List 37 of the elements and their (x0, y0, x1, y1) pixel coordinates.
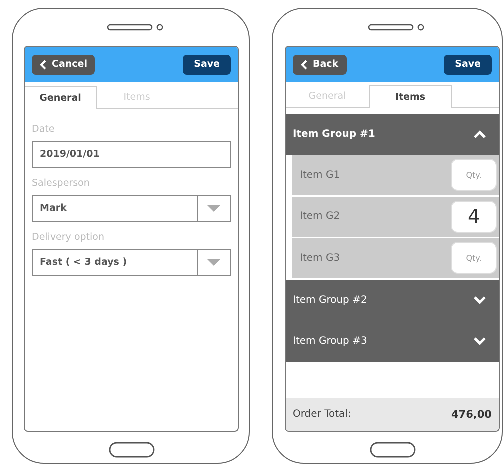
item-name: Item G3 (300, 252, 340, 264)
field-label: Delivery option (32, 232, 106, 243)
home-button[interactable] (370, 442, 416, 458)
back-button[interactable]: Cancel (32, 54, 96, 74)
quantity-field[interactable]: 4 (451, 200, 497, 232)
chevron-down-icon (473, 296, 487, 304)
item-name: Item G2 (300, 211, 340, 222)
input-field[interactable]: 2019/01/01 (32, 141, 231, 168)
total-value: 476,00 (451, 408, 492, 420)
group-header[interactable]: Item Group #2 (286, 280, 499, 320)
group-title: Item Group #1 (293, 129, 376, 140)
tab[interactable]: General (25, 86, 97, 110)
dropdown-arrow-icon (207, 259, 221, 266)
total-label: Order Total: (293, 409, 352, 420)
chevron-down-icon (473, 336, 487, 346)
chevron-up-icon (473, 130, 487, 139)
save-button[interactable]: Save (183, 54, 231, 74)
group-header[interactable]: Item Group #3 (286, 320, 499, 362)
speaker-icon (368, 23, 426, 32)
dropdown-field[interactable]: Fast ( < 3 days ) (32, 249, 231, 276)
quantity-field[interactable]: Qty. (451, 159, 497, 191)
home-button[interactable] (108, 442, 154, 458)
field-label: Date (32, 124, 56, 135)
group-header[interactable]: Item Group #1 (286, 114, 499, 155)
chevron-left-icon (301, 60, 308, 70)
group-title: Item Group #2 (293, 294, 368, 306)
speaker-icon (106, 23, 164, 32)
field-label: Salesperson (32, 178, 91, 189)
save-button[interactable]: Save (444, 54, 492, 74)
dropdown-arrow-icon (207, 205, 221, 212)
back-button[interactable]: Back (293, 54, 347, 74)
group-title: Item Group #3 (293, 336, 368, 346)
chevron-left-icon (40, 60, 47, 70)
tab[interactable]: Items (369, 85, 452, 108)
quantity-field[interactable]: Qty. (451, 242, 497, 274)
item-name: Item G1 (300, 170, 340, 180)
dropdown-field[interactable]: Mark (32, 195, 231, 222)
